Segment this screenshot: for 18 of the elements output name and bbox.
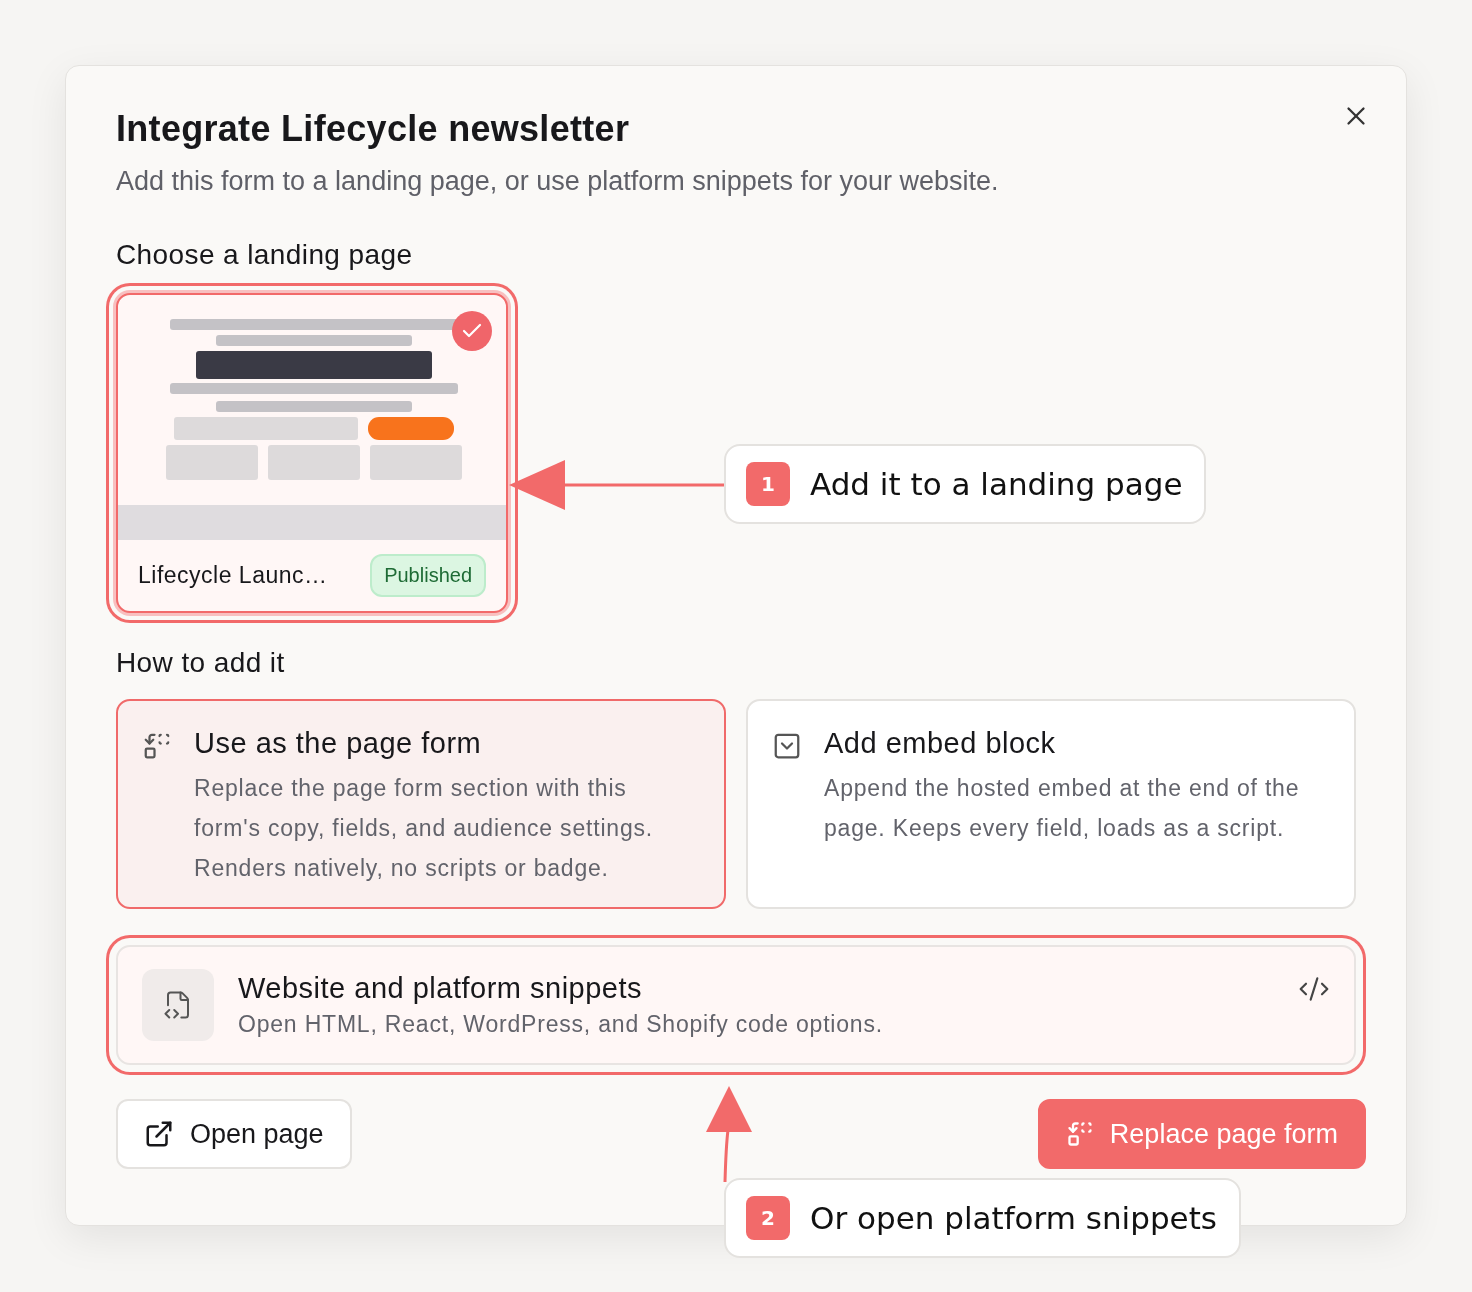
dialog-title: Integrate Lifecycle newsletter xyxy=(116,108,630,150)
step-number: 2 xyxy=(746,1196,790,1240)
file-code-icon xyxy=(142,969,214,1041)
method-option[interactable]: Add embed block Append the hosted embed at the end of the page. Keeps every field, loads as a script. xyxy=(746,699,1356,909)
external-link-icon xyxy=(144,1119,174,1149)
method-option[interactable]: Use as the page form Replace the page form section with this form's copy, fields, and audience settings. Renders natively, no scripts or badge. xyxy=(116,699,726,909)
section-heading: Choose a landing page xyxy=(116,239,413,271)
page-name: Lifecycle Launc… xyxy=(138,562,328,589)
step-number: 1 xyxy=(746,462,790,506)
embed-block-icon xyxy=(772,731,802,761)
status-badge: Published xyxy=(370,554,486,597)
dialog-subtitle: Add this form to a landing page, or use platform snippets for your website. xyxy=(116,166,999,197)
annotation-text: Add it to a landing page xyxy=(810,466,1183,502)
replace-icon xyxy=(142,731,172,761)
section-heading: How to add it xyxy=(116,647,285,679)
replace-icon xyxy=(1065,1120,1094,1148)
secondary-button[interactable]: Open page xyxy=(116,1099,352,1169)
annotation-text: Or open platform snippets xyxy=(810,1200,1217,1236)
